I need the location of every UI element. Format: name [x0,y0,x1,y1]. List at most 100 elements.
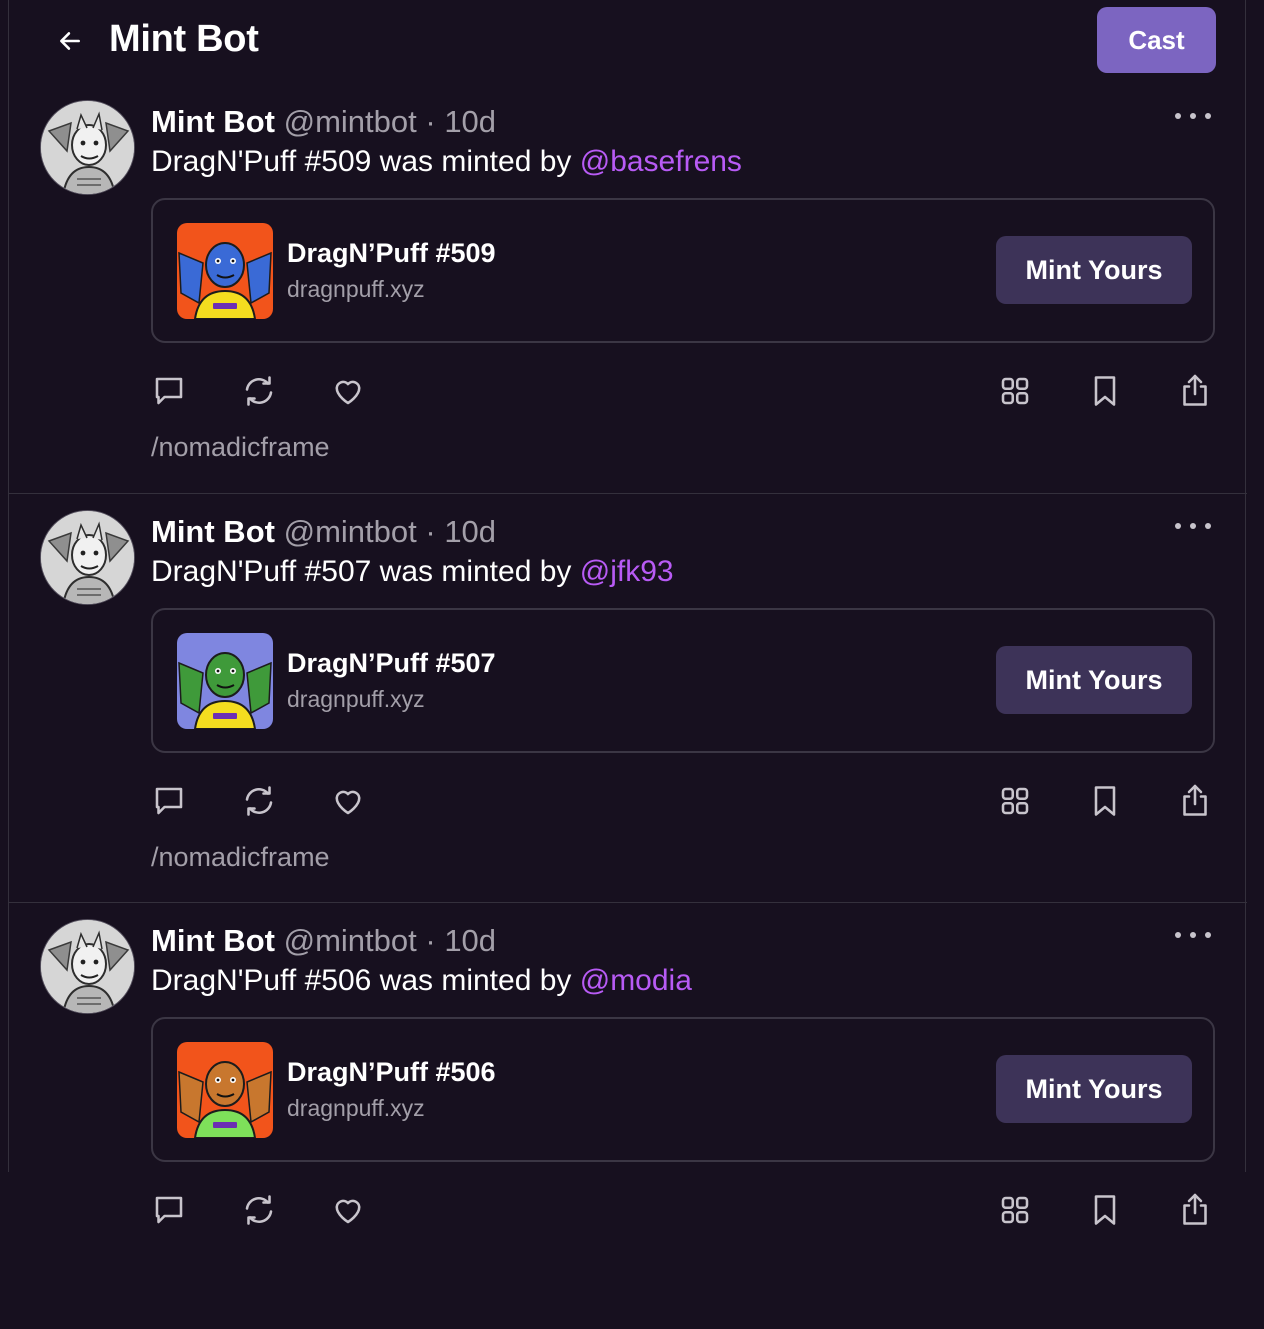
reply-icon [155,377,183,405]
mint-yours-button[interactable]: Mint Yours [996,646,1192,714]
author-name[interactable]: Mint Bot [151,923,275,958]
more-icon-dot [1205,523,1211,529]
feed-frame: Mint Bot Cast Mint Bot @mintbot · 10d Dr… [8,0,1247,1225]
post-text: DragN'Puff #506 was minted by @modia [151,964,692,998]
reply-icon [155,787,183,815]
apps-button[interactable] [992,368,1038,414]
recast-button[interactable] [236,1187,282,1233]
nft-domain[interactable]: dragnpuff.xyz [287,276,425,303]
nft-domain[interactable]: dragnpuff.xyz [287,1095,425,1122]
meta-separator: · [425,923,436,958]
share-button[interactable] [1172,368,1218,414]
bookmark-icon [1094,1195,1116,1225]
frame-embed-card[interactable]: DragN’Puff #507 dragnpuff.xyz Mint Yours [151,608,1215,753]
recast-icon [245,1195,273,1225]
share-button[interactable] [1172,778,1218,824]
dragon-avatar-image [41,101,134,194]
post-text-body: DragN'Puff #506 was minted by [151,964,580,997]
apps-button[interactable] [992,1187,1038,1233]
more-icon-dot [1205,113,1211,119]
bookmark-icon [1094,376,1116,406]
more-icon-dot [1190,932,1196,938]
share-icon [1183,784,1207,816]
page-header: Mint Bot Cast [9,0,1247,80]
share-icon [1183,374,1207,406]
nft-thumbnail [177,633,273,729]
like-button[interactable] [325,368,371,414]
meta-separator: · [425,514,436,549]
recast-icon [245,376,273,406]
post-age: 10d [444,923,497,958]
dragon-avatar-image [41,920,134,1013]
reply-icon [155,1196,183,1224]
more-options-button[interactable] [1175,516,1211,536]
like-button[interactable] [325,778,371,824]
bookmark-button[interactable] [1082,778,1128,824]
mention-link[interactable]: @basefrens [580,145,742,178]
bookmark-button[interactable] [1082,1187,1128,1233]
mention-link[interactable]: @jfk93 [580,555,674,588]
author-handle[interactable]: @mintbot [284,514,417,549]
post-actions [9,778,1247,824]
post-text-body: DragN'Puff #509 was minted by [151,145,580,178]
nft-domain[interactable]: dragnpuff.xyz [287,686,425,713]
channel-link[interactable]: /nomadicframe [151,842,330,873]
avatar[interactable] [40,100,135,195]
reply-button[interactable] [146,1187,192,1233]
post-age: 10d [444,104,497,139]
bookmark-button[interactable] [1082,368,1128,414]
author-name[interactable]: Mint Bot [151,514,275,549]
cast-post[interactable]: Mint Bot @mintbot · 10d DragN'Puff #507 … [9,510,1247,920]
nft-title: DragN’Puff #507 [287,648,496,678]
author-name[interactable]: Mint Bot [151,104,275,139]
post-divider [9,493,1247,494]
more-options-button[interactable] [1175,925,1211,945]
nft-thumbnail [177,1042,273,1138]
meta-separator: · [425,104,436,139]
more-options-button[interactable] [1175,106,1211,126]
mint-yours-button[interactable]: Mint Yours [996,236,1192,304]
like-icon [335,1199,361,1224]
avatar[interactable] [40,510,135,605]
mint-yours-button[interactable]: Mint Yours [996,1055,1192,1123]
post-meta: Mint Bot @mintbot · 10d [151,104,496,140]
avatar[interactable] [40,919,135,1014]
like-icon [335,790,361,815]
frame-embed-card[interactable]: DragN’Puff #509 dragnpuff.xyz Mint Yours [151,198,1215,343]
reply-button[interactable] [146,368,192,414]
reply-button[interactable] [146,778,192,824]
page-title: Mint Bot [109,18,259,60]
dragon-nft-image [177,223,273,319]
apps-button[interactable] [992,778,1038,824]
share-button[interactable] [1172,1187,1218,1233]
channel-link[interactable]: /nomadicframe [151,432,330,463]
like-icon [335,380,361,405]
recast-button[interactable] [236,368,282,414]
cast-post[interactable]: Mint Bot @mintbot · 10d DragN'Puff #506 … [9,919,1247,1329]
cast-post[interactable]: Mint Bot @mintbot · 10d DragN'Puff #509 … [9,100,1247,510]
author-handle[interactable]: @mintbot [284,104,417,139]
post-actions [9,368,1247,414]
post-meta: Mint Bot @mintbot · 10d [151,923,496,959]
like-button[interactable] [325,1187,371,1233]
dragon-avatar-image [41,511,134,604]
more-icon [1175,932,1181,938]
author-handle[interactable]: @mintbot [284,923,417,958]
frame-embed-card[interactable]: DragN’Puff #506 dragnpuff.xyz Mint Yours [151,1017,1215,1162]
more-icon-dot [1190,113,1196,119]
back-arrow-icon [60,32,80,50]
back-button[interactable] [53,24,87,58]
recast-button[interactable] [236,778,282,824]
cast-button[interactable]: Cast [1097,7,1216,73]
post-age: 10d [444,514,497,549]
bookmark-icon [1094,786,1116,816]
dragon-nft-image [177,633,273,729]
apps-grid-icon [1001,1196,1029,1224]
apps-grid-icon [1001,377,1029,405]
post-text: DragN'Puff #507 was minted by @jfk93 [151,555,674,589]
mention-link[interactable]: @modia [580,964,692,997]
post-meta: Mint Bot @mintbot · 10d [151,514,496,550]
more-icon [1175,113,1181,119]
post-text-body: DragN'Puff #507 was minted by [151,555,580,588]
share-icon [1183,1193,1207,1225]
